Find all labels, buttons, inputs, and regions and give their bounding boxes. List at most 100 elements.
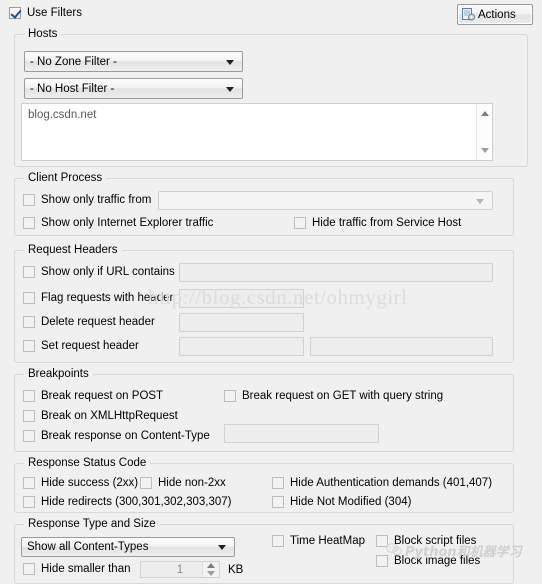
client-process-combo[interactable]	[158, 191, 493, 210]
show-only-ie-traffic-checkbox[interactable]	[23, 217, 35, 229]
show-only-traffic-from-row[interactable]: Show only traffic from	[23, 194, 151, 206]
block-script-files-row[interactable]: Block script files	[376, 535, 476, 547]
hide-redirects-row[interactable]: Hide redirects (300,301,302,303,307)	[23, 496, 232, 508]
response-status-code-group-title: Response Status Code	[24, 457, 151, 469]
host-filter-combo[interactable]: - No Host Filter -	[24, 78, 243, 99]
block-script-files-checkbox[interactable]	[376, 535, 388, 547]
time-heatmap-row[interactable]: Time HeatMap	[272, 535, 365, 547]
break-response-on-content-type-row[interactable]: Break response on Content-Type	[23, 430, 210, 442]
hide-auth-demands-row[interactable]: Hide Authentication demands (401,407)	[272, 477, 492, 489]
flag-requests-with-header-row[interactable]: Flag requests with header	[23, 292, 173, 304]
set-request-header-row[interactable]: Set request header	[23, 340, 139, 352]
hide-success-row[interactable]: Hide success (2xx)	[23, 477, 138, 489]
spinner-up-icon[interactable]	[203, 562, 219, 570]
hide-not-modified-label: Hide Not Modified (304)	[290, 496, 412, 508]
delete-request-header-input[interactable]	[179, 313, 304, 332]
flag-requests-with-header-label: Flag requests with header	[41, 292, 174, 304]
chevron-down-icon	[476, 198, 484, 204]
show-only-if-url-contains-label: Show only if URL contains	[41, 266, 175, 278]
break-on-xhr-label: Break on XMLHttpRequest	[41, 410, 178, 422]
client-process-group-title: Client Process	[24, 172, 107, 184]
zone-filter-value: - No Zone Filter -	[30, 55, 117, 68]
hide-service-host-checkbox[interactable]	[294, 217, 306, 229]
use-filters-checkbox[interactable]	[9, 7, 21, 19]
filters-panel: Use Filters Actions Hosts - No Zone Filt…	[0, 0, 542, 584]
show-only-if-url-contains-checkbox[interactable]	[23, 266, 35, 278]
hide-non-2xx-row[interactable]: Hide non-2xx	[140, 477, 226, 489]
hosts-group-title: Hosts	[24, 28, 62, 40]
chevron-down-icon	[218, 545, 226, 550]
hide-redirects-label: Hide redirects (300,301,302,303,307)	[41, 496, 232, 508]
scroll-up-icon[interactable]	[477, 106, 492, 121]
break-request-on-get-checkbox[interactable]	[224, 390, 236, 402]
host-list-scrollbar[interactable]	[476, 104, 492, 160]
set-request-header-label: Set request header	[41, 340, 139, 352]
content-types-combo[interactable]: Show all Content-Types	[21, 537, 235, 557]
scroll-down-icon[interactable]	[477, 143, 492, 158]
flag-requests-with-header-checkbox[interactable]	[23, 292, 35, 304]
hide-success-checkbox[interactable]	[23, 477, 35, 489]
break-request-on-post-label: Break request on POST	[41, 390, 164, 402]
block-image-files-row[interactable]: Block image files	[376, 555, 480, 567]
content-types-value: Show all Content-Types	[27, 541, 149, 553]
set-request-header-name-input[interactable]	[179, 337, 304, 356]
chevron-down-icon	[226, 86, 234, 92]
break-response-on-content-type-label: Break response on Content-Type	[41, 430, 210, 442]
hide-smaller-than-row[interactable]: Hide smaller than	[23, 563, 130, 575]
time-heatmap-checkbox[interactable]	[272, 535, 284, 547]
delete-request-header-row[interactable]: Delete request header	[23, 316, 155, 328]
break-response-content-type-input[interactable]	[224, 424, 379, 443]
show-only-traffic-from-label: Show only traffic from	[41, 194, 152, 206]
break-request-on-get-row[interactable]: Break request on GET with query string	[224, 390, 443, 402]
break-on-xhr-row[interactable]: Break on XMLHttpRequest	[23, 410, 178, 422]
host-filter-value: - No Host Filter -	[30, 82, 115, 95]
hide-not-modified-row[interactable]: Hide Not Modified (304)	[272, 496, 411, 508]
actions-button-label: Actions	[478, 8, 516, 21]
host-list-textarea[interactable]: blog.csdn.net	[21, 103, 493, 161]
hide-auth-demands-checkbox[interactable]	[272, 477, 284, 489]
block-image-files-checkbox[interactable]	[376, 555, 388, 567]
hide-auth-demands-label: Hide Authentication demands (401,407)	[290, 477, 493, 489]
actions-button[interactable]: Actions	[457, 4, 533, 25]
hide-smaller-than-value: 1	[176, 563, 184, 576]
block-script-files-label: Block script files	[394, 535, 477, 547]
show-only-if-url-contains-row[interactable]: Show only if URL contains	[23, 266, 175, 278]
host-list-value: blog.csdn.net	[28, 109, 97, 121]
hide-redirects-checkbox[interactable]	[23, 496, 35, 508]
hide-smaller-than-label: Hide smaller than	[41, 563, 131, 575]
actions-icon	[462, 7, 476, 22]
request-headers-group-title: Request Headers	[24, 244, 122, 256]
show-only-traffic-from-checkbox[interactable]	[23, 194, 35, 206]
spinner-down-icon[interactable]	[203, 570, 219, 578]
set-request-header-value-input[interactable]	[310, 337, 493, 356]
break-request-on-post-checkbox[interactable]	[23, 390, 35, 402]
show-only-ie-traffic-row[interactable]: Show only Internet Explorer traffic	[23, 217, 213, 229]
break-response-on-content-type-checkbox[interactable]	[23, 430, 35, 442]
break-request-on-post-row[interactable]: Break request on POST	[23, 390, 163, 402]
break-on-xhr-checkbox[interactable]	[23, 410, 35, 422]
response-type-size-group-title: Response Type and Size	[24, 518, 160, 530]
hide-smaller-than-checkbox[interactable]	[23, 563, 35, 575]
hide-non-2xx-checkbox[interactable]	[140, 477, 152, 489]
time-heatmap-label: Time HeatMap	[290, 535, 365, 547]
use-filters-row[interactable]: Use Filters	[9, 7, 82, 19]
hide-smaller-than-spinner[interactable]: 1	[140, 561, 220, 578]
hide-service-host-label: Hide traffic from Service Host	[312, 217, 462, 229]
break-request-on-get-label: Break request on GET with query string	[242, 390, 444, 402]
zone-filter-combo[interactable]: - No Zone Filter -	[24, 51, 243, 72]
hide-success-label: Hide success (2xx)	[41, 477, 139, 489]
hide-non-2xx-label: Hide non-2xx	[158, 477, 226, 489]
flag-requests-header-input[interactable]	[179, 289, 304, 308]
hide-service-host-row[interactable]: Hide traffic from Service Host	[294, 217, 461, 229]
use-filters-label: Use Filters	[27, 7, 82, 19]
top-bar: Use Filters Actions	[0, 0, 542, 28]
set-request-header-checkbox[interactable]	[23, 340, 35, 352]
url-contains-input[interactable]	[179, 263, 493, 282]
delete-request-header-label: Delete request header	[41, 316, 155, 328]
hide-not-modified-checkbox[interactable]	[272, 496, 284, 508]
block-image-files-label: Block image files	[394, 555, 481, 567]
show-only-ie-traffic-label: Show only Internet Explorer traffic	[41, 217, 214, 229]
kb-label: KB	[228, 564, 244, 576]
delete-request-header-checkbox[interactable]	[23, 316, 35, 328]
breakpoints-group-title: Breakpoints	[24, 368, 93, 380]
